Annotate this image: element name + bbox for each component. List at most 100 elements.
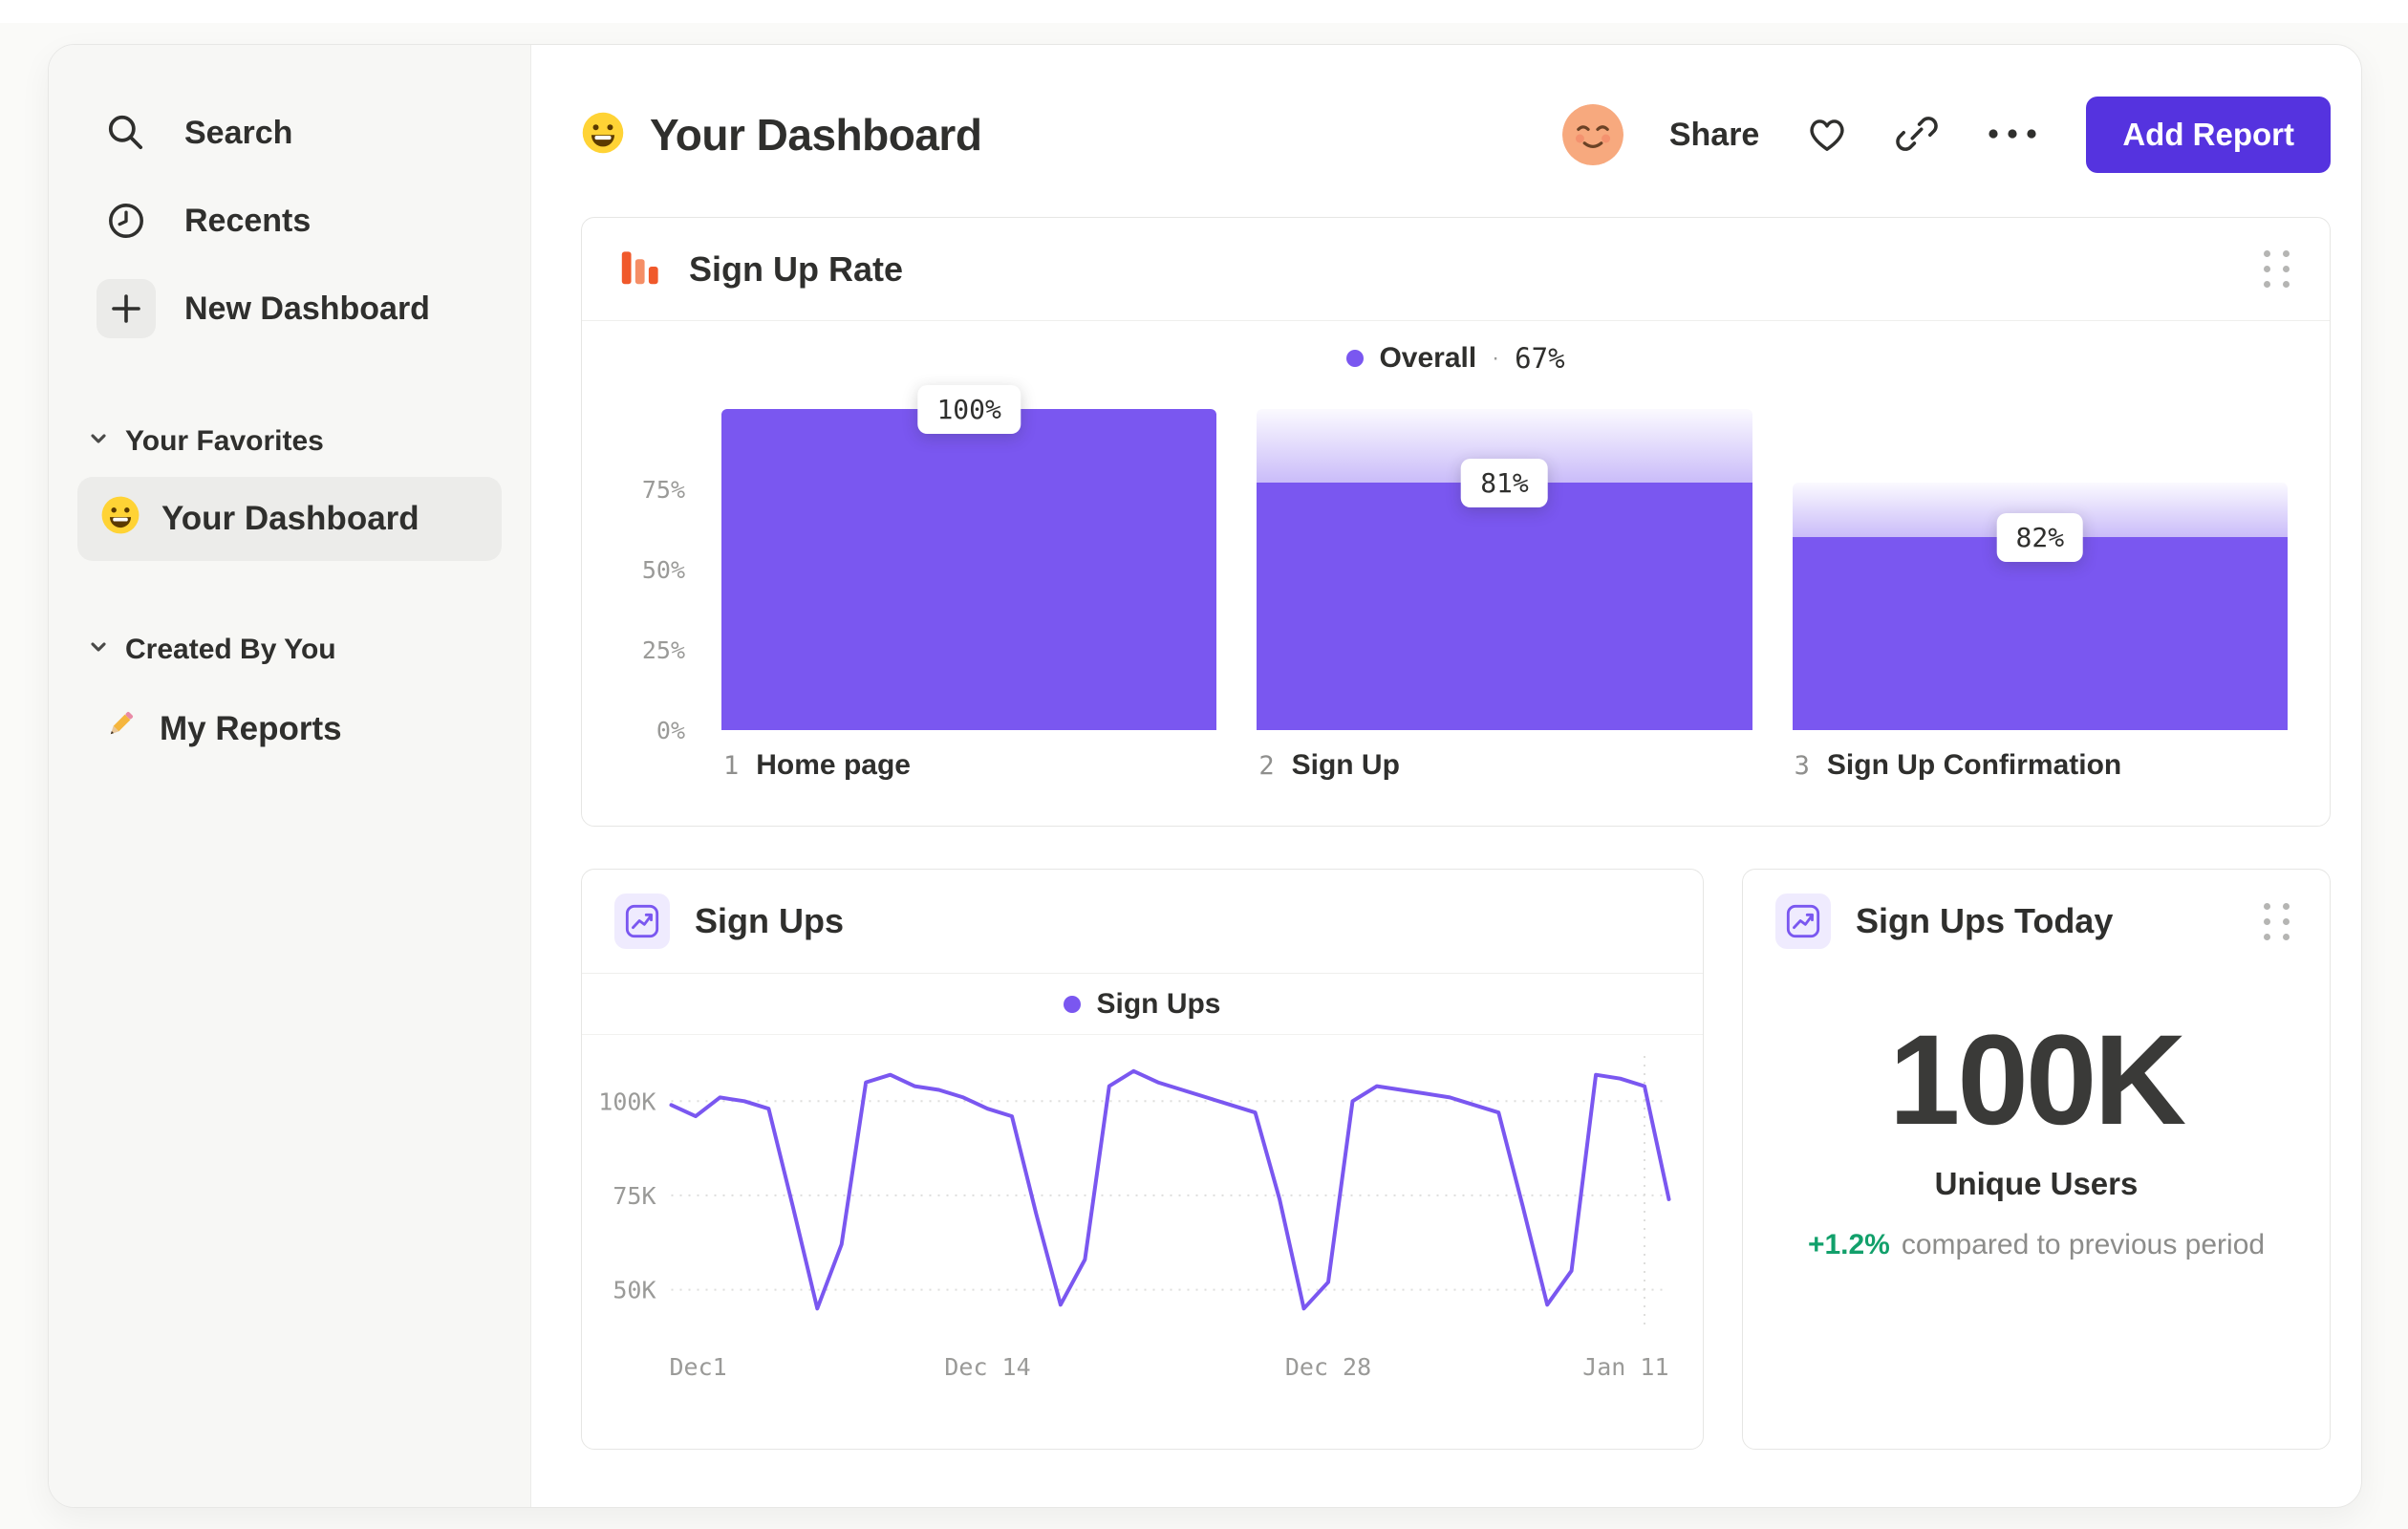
legend-dot	[1064, 995, 1082, 1013]
svg-text:Dec 28: Dec 28	[1285, 1353, 1371, 1381]
svg-text:75K: 75K	[613, 1182, 656, 1210]
funnel-step-number: 1	[723, 751, 740, 781]
page-title: Your Dashboard	[650, 110, 982, 160]
plus-icon	[97, 279, 156, 338]
svg-text:Dec 14: Dec 14	[944, 1353, 1030, 1381]
sidebar-item-label: Your Dashboard	[161, 500, 419, 537]
chevron-down-icon	[87, 634, 110, 666]
main-content: Your Dashboard Share Add Report Sign Up …	[531, 45, 2361, 1507]
legend-label: Sign Ups	[1096, 987, 1221, 1020]
big-number-value: 100K	[1888, 1009, 2186, 1152]
funnel-step-name: Sign Up Confirmation	[1826, 749, 2122, 781]
svg-text:Dec1: Dec1	[670, 1353, 727, 1381]
favorite-heart-button[interactable]	[1805, 114, 1849, 157]
funnel-value-badge: 82%	[1996, 513, 2084, 563]
app-window: Search Recents New Dashboard Your Favori…	[48, 44, 2362, 1508]
cards-row: Sign Ups Sign Ups 100K 75K 50K Dec1 Dec 14 De…	[581, 869, 2331, 1450]
funnel-chart-icon	[614, 242, 664, 296]
drag-handle-icon[interactable]	[2258, 897, 2297, 946]
funnel-axis-label: 75%	[641, 476, 685, 504]
pencil-emoji-icon	[100, 706, 139, 753]
sidebar-section-favorites: Your Favorites Your Dashboard	[77, 414, 502, 561]
funnel-axis-label: 50%	[641, 556, 685, 584]
section-header-your-favorites[interactable]: Your Favorites	[77, 414, 502, 469]
legend-separator: ·	[1492, 345, 1500, 371]
card-title: Sign Up Rate	[689, 248, 904, 289]
signups-line-svg: 100K 75K 50K Dec1 Dec 14 Dec 28 Jan 11	[598, 1056, 1671, 1381]
page-title-group: Your Dashboard	[581, 79, 982, 190]
legend-label: Overall	[1379, 342, 1477, 374]
sidebar-item-label: Search	[184, 114, 293, 151]
funnel-bar-fill	[1792, 537, 2288, 730]
delta-note: compared to previous period	[1901, 1229, 2266, 1260]
sidebar: Search Recents New Dashboard Your Favori…	[49, 45, 531, 1507]
sign-ups-today-card-header: Sign Ups Today	[1743, 870, 2330, 973]
funnel-bar-2[interactable]: 81% 2 Sign Up	[1257, 409, 1752, 781]
funnel-bar-3[interactable]: 82% 3 Sign Up Confirmation	[1792, 409, 2288, 781]
line-chart-icon	[614, 894, 670, 949]
copy-link-button[interactable]	[1895, 112, 1939, 159]
sign-ups-card: Sign Ups Sign Ups 100K 75K 50K Dec1 Dec 14 De…	[581, 869, 1704, 1450]
funnel-step-name: Sign Up	[1291, 749, 1400, 781]
section-title: Created By You	[125, 634, 336, 665]
funnel-axis-label: 0%	[656, 717, 685, 744]
sign-ups-card-header: Sign Ups	[582, 870, 1703, 974]
sidebar-item-recents[interactable]: Recents	[77, 177, 502, 265]
sidebar-item-label: My Reports	[160, 710, 342, 747]
line-legend: Sign Ups	[582, 974, 1703, 1035]
page-header: Your Dashboard Share Add Report	[581, 87, 2331, 183]
drag-handle-icon[interactable]	[2258, 245, 2297, 293]
sign-ups-today-card: Sign Ups Today 100K Unique Users +1.2% c…	[1742, 869, 2331, 1450]
funnel-chart: 75% 50% 25% 0% 100% 1 Home page 81% 2 Sign Up 82%…	[626, 385, 2288, 826]
avatar[interactable]	[1561, 104, 1623, 165]
funnel-value-badge: 81%	[1461, 459, 1548, 508]
funnel-bar-fill	[721, 409, 1217, 730]
funnel-axis-label: 25%	[641, 636, 685, 664]
heart-icon	[1805, 114, 1849, 157]
funnel-y-axis: 75% 50% 25% 0%	[626, 409, 685, 744]
delta-value: +1.2%	[1807, 1229, 1890, 1260]
section-title: Your Favorites	[125, 425, 324, 457]
big-number-body: 100K Unique Users +1.2% compared to prev…	[1743, 973, 2330, 1261]
card-title: Sign Ups	[695, 901, 845, 940]
share-button[interactable]: Share	[1669, 117, 1760, 154]
chevron-down-icon	[87, 425, 110, 458]
line-chart[interactable]: 100K 75K 50K Dec1 Dec 14 Dec 28 Jan 11	[582, 1035, 1703, 1390]
big-number-label: Unique Users	[1934, 1166, 2139, 1201]
funnel-step-number: 3	[1794, 751, 1810, 781]
delta-row: +1.2% compared to previous period	[1808, 1229, 2265, 1261]
ellipsis-icon	[1985, 124, 2040, 146]
sign-up-rate-card: Sign Up Rate Overall · 67% 75% 50% 25% 0% 1…	[581, 217, 2331, 827]
sidebar-item-search[interactable]: Search	[77, 89, 502, 177]
sidebar-item-label: Recents	[184, 202, 312, 239]
svg-text:Jan 11: Jan 11	[1582, 1353, 1668, 1381]
top-strip	[0, 0, 2408, 23]
funnel-value-badge: 100%	[917, 385, 1021, 434]
smiley-emoji-icon	[581, 111, 625, 160]
sidebar-item-label: New Dashboard	[184, 290, 430, 327]
clock-icon	[97, 199, 156, 243]
card-title: Sign Ups Today	[1856, 901, 2114, 940]
header-actions: Share Add Report	[1561, 97, 2331, 173]
svg-text:50K: 50K	[613, 1277, 656, 1304]
funnel-bar-fill	[1257, 483, 1752, 730]
add-report-button[interactable]: Add Report	[2086, 97, 2331, 173]
funnel-legend: Overall · 67%	[582, 321, 2330, 396]
sidebar-item-my-reports[interactable]: My Reports	[77, 689, 502, 769]
section-header-created-by-you[interactable]: Created By You	[77, 622, 502, 678]
funnel-step-name: Home page	[756, 749, 911, 781]
funnel-x-label: 2 Sign Up	[1258, 749, 1400, 782]
line-chart-icon	[1775, 894, 1831, 949]
sidebar-item-your-dashboard[interactable]: Your Dashboard	[77, 477, 502, 561]
funnel-x-label: 3 Sign Up Confirmation	[1795, 749, 2122, 782]
more-options-button[interactable]	[1985, 124, 2040, 146]
legend-dot	[1346, 350, 1365, 367]
search-icon	[97, 111, 156, 155]
link-icon	[1895, 112, 1939, 159]
funnel-bar-1[interactable]: 100% 1 Home page	[721, 385, 1217, 781]
sign-up-rate-card-header: Sign Up Rate	[582, 218, 2330, 321]
funnel-x-label: 1 Home page	[723, 749, 911, 782]
funnel-step-number: 2	[1258, 751, 1275, 781]
funnel-bars: 100% 1 Home page 81% 2 Sign Up 82% 3 Sign Up Con…	[721, 385, 2288, 781]
sidebar-item-new-dashboard[interactable]: New Dashboard	[77, 265, 502, 353]
